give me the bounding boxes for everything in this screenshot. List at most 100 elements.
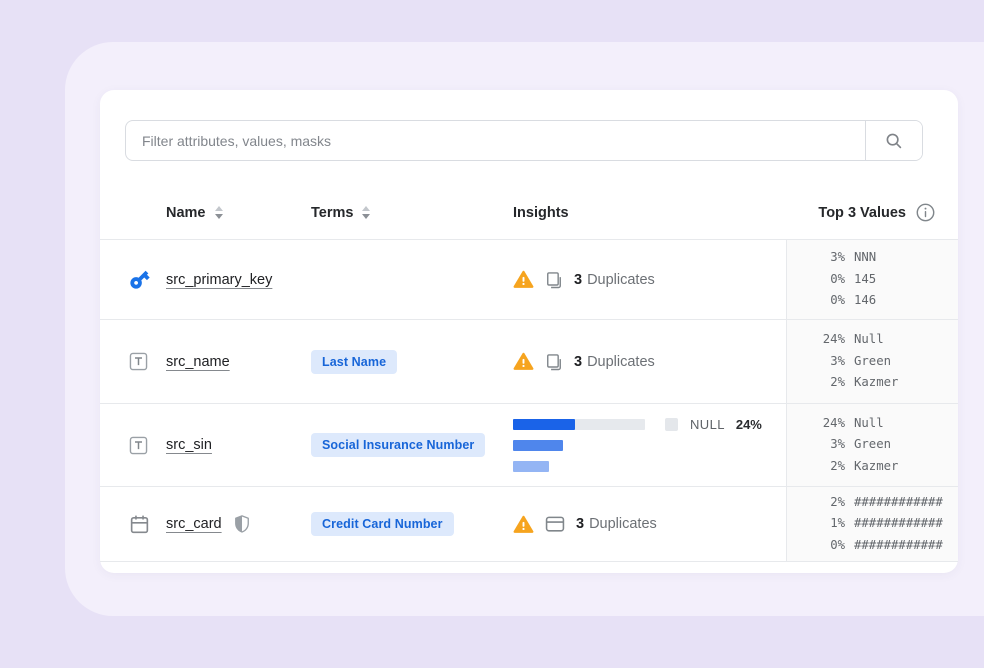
duplicates-count: 3 bbox=[574, 354, 582, 370]
table-header: Name Terms Insights Top 3 Values bbox=[100, 186, 958, 240]
term-chip[interactable]: Credit Card Number bbox=[311, 512, 454, 536]
attribute-type-cell bbox=[100, 320, 166, 403]
attribute-type-cell bbox=[100, 404, 166, 486]
attribute-link[interactable]: src_primary_key bbox=[166, 272, 272, 288]
top-value-text: 145 bbox=[854, 269, 876, 291]
top-value-percent: 2% bbox=[809, 492, 845, 514]
top-value-text: Kazmer bbox=[854, 456, 898, 478]
top-value-text: ############ bbox=[854, 535, 943, 557]
top-value-text: ############ bbox=[854, 513, 943, 535]
top-value-text: NNN bbox=[854, 247, 876, 269]
bar-fill bbox=[513, 419, 575, 430]
copy-icon bbox=[544, 352, 564, 372]
top-value-line: 0%146 bbox=[809, 290, 958, 312]
sort-icon[interactable] bbox=[215, 206, 223, 219]
top-value-text: Null bbox=[854, 413, 884, 435]
bar-fill bbox=[513, 440, 563, 451]
top-value-percent: 2% bbox=[809, 456, 845, 478]
key-icon bbox=[128, 268, 151, 291]
attribute-type-cell bbox=[100, 240, 166, 319]
top-value-text: Kazmer bbox=[854, 372, 898, 394]
insights-cell: NULL 24% bbox=[513, 404, 786, 486]
duplicates-count: 3 bbox=[576, 516, 584, 532]
terms-cell: Social Insurance Number bbox=[311, 404, 513, 486]
info-icon[interactable] bbox=[915, 202, 936, 223]
top-value-line: 2% Kazmer bbox=[809, 456, 958, 478]
copy-icon bbox=[544, 270, 564, 290]
term-chip[interactable]: Social Insurance Number bbox=[311, 433, 485, 457]
top-value-line: 3%Green bbox=[809, 434, 958, 456]
term-chip[interactable]: Last Name bbox=[311, 350, 397, 374]
top-value-percent: 3% bbox=[809, 351, 845, 373]
null-legend-swatch bbox=[665, 418, 678, 431]
attributes-table: Name Terms Insights Top 3 Values src_primar… bbox=[100, 186, 958, 562]
duplicates-text: 3 Duplicates bbox=[574, 354, 655, 370]
attribute-link[interactable]: src_name bbox=[166, 354, 230, 370]
sort-up-arrow bbox=[215, 206, 223, 211]
column-header-insights: Insights bbox=[513, 186, 786, 239]
attribute-name-cell: src_card bbox=[166, 487, 311, 561]
top-value-line: 24%Null bbox=[809, 413, 958, 435]
duplicates-count: 3 bbox=[574, 272, 582, 288]
search-icon bbox=[883, 130, 905, 152]
null-legend-label: NULL bbox=[690, 417, 725, 432]
table-row: src_nameLast Name3Duplicates24%Null3%Gre… bbox=[100, 320, 958, 404]
attribute-link[interactable]: src_card bbox=[166, 516, 222, 532]
column-header-terms: Terms bbox=[311, 186, 513, 239]
top-value-line: 3% NNN bbox=[809, 247, 958, 269]
table-row: src_primary_key 3 Duplicates 3% NNN 0% 1450%14… bbox=[100, 240, 958, 320]
insights-cell: 3 Duplicates bbox=[513, 320, 786, 403]
text-type-icon bbox=[128, 351, 149, 372]
top-value-line: 0% 145 bbox=[809, 269, 958, 291]
credit-card-icon bbox=[544, 513, 566, 535]
top-value-line: 1% ############ bbox=[809, 513, 958, 535]
top-value-line: 3% Green bbox=[809, 351, 958, 373]
warning-icon bbox=[513, 351, 534, 372]
bar-track bbox=[513, 419, 645, 430]
column-label: Name bbox=[166, 205, 206, 221]
bar-row bbox=[513, 461, 786, 472]
top-value-line: 2%Kazmer bbox=[809, 372, 958, 394]
top-values-cell: 24%Null3%Green2% Kazmer bbox=[786, 404, 958, 486]
bar-row: NULL 24% bbox=[513, 419, 786, 430]
top-value-percent: 3% bbox=[809, 434, 845, 456]
top-value-text: ############ bbox=[854, 492, 943, 514]
filter-input[interactable] bbox=[126, 121, 865, 160]
column-header-name: Name bbox=[166, 186, 311, 239]
terms-cell: Credit Card Number bbox=[311, 487, 513, 561]
top-value-percent: 0% bbox=[809, 290, 845, 312]
calendar-icon bbox=[128, 513, 151, 536]
top-value-percent: 24% bbox=[809, 329, 845, 351]
warning-icon bbox=[513, 269, 534, 290]
top-values-cell: 2%############1%############0%##########… bbox=[786, 487, 958, 561]
top-values-cell: 3% NNN 0% 1450%146 bbox=[786, 240, 958, 319]
search-button[interactable] bbox=[865, 121, 922, 160]
table-row: src_card Credit Card Number 3 Duplicates 2% #… bbox=[100, 487, 958, 562]
terms-cell bbox=[311, 240, 513, 319]
value-distribution-chart: NULL 24% bbox=[513, 419, 786, 472]
table-row: src_sin Social Insurance Number NULL 24% 24%… bbox=[100, 404, 958, 487]
duplicates-label: Duplicates bbox=[587, 272, 655, 288]
bar-row bbox=[513, 440, 786, 451]
top-value-line: 2% ############ bbox=[809, 492, 958, 514]
sort-down-arrow bbox=[215, 214, 223, 219]
attribute-link[interactable]: src_sin bbox=[166, 437, 212, 453]
duplicates-label: Duplicates bbox=[587, 354, 655, 370]
bar-fill bbox=[513, 461, 549, 472]
text-type-icon bbox=[128, 435, 149, 456]
top-value-percent: 0% bbox=[809, 269, 845, 291]
column-label: Top 3 Values bbox=[818, 205, 906, 221]
sort-up-arrow bbox=[362, 206, 370, 211]
top-value-percent: 3% bbox=[809, 247, 845, 269]
sort-icon[interactable] bbox=[362, 206, 370, 219]
null-legend-percent: 24% bbox=[736, 417, 762, 432]
column-header-top-3-values: Top 3 Values bbox=[786, 186, 958, 239]
top-value-text: Green bbox=[854, 351, 891, 373]
attribute-type-cell bbox=[100, 487, 166, 561]
table-body: src_primary_key 3 Duplicates 3% NNN 0% 1450%14… bbox=[100, 240, 958, 562]
top-value-line: 0%############ bbox=[809, 535, 958, 557]
insights-cell: 3 Duplicates bbox=[513, 240, 786, 319]
top-value-percent: 1% bbox=[809, 513, 845, 535]
column-label: Terms bbox=[311, 205, 353, 221]
duplicates-label: Duplicates bbox=[589, 516, 657, 532]
